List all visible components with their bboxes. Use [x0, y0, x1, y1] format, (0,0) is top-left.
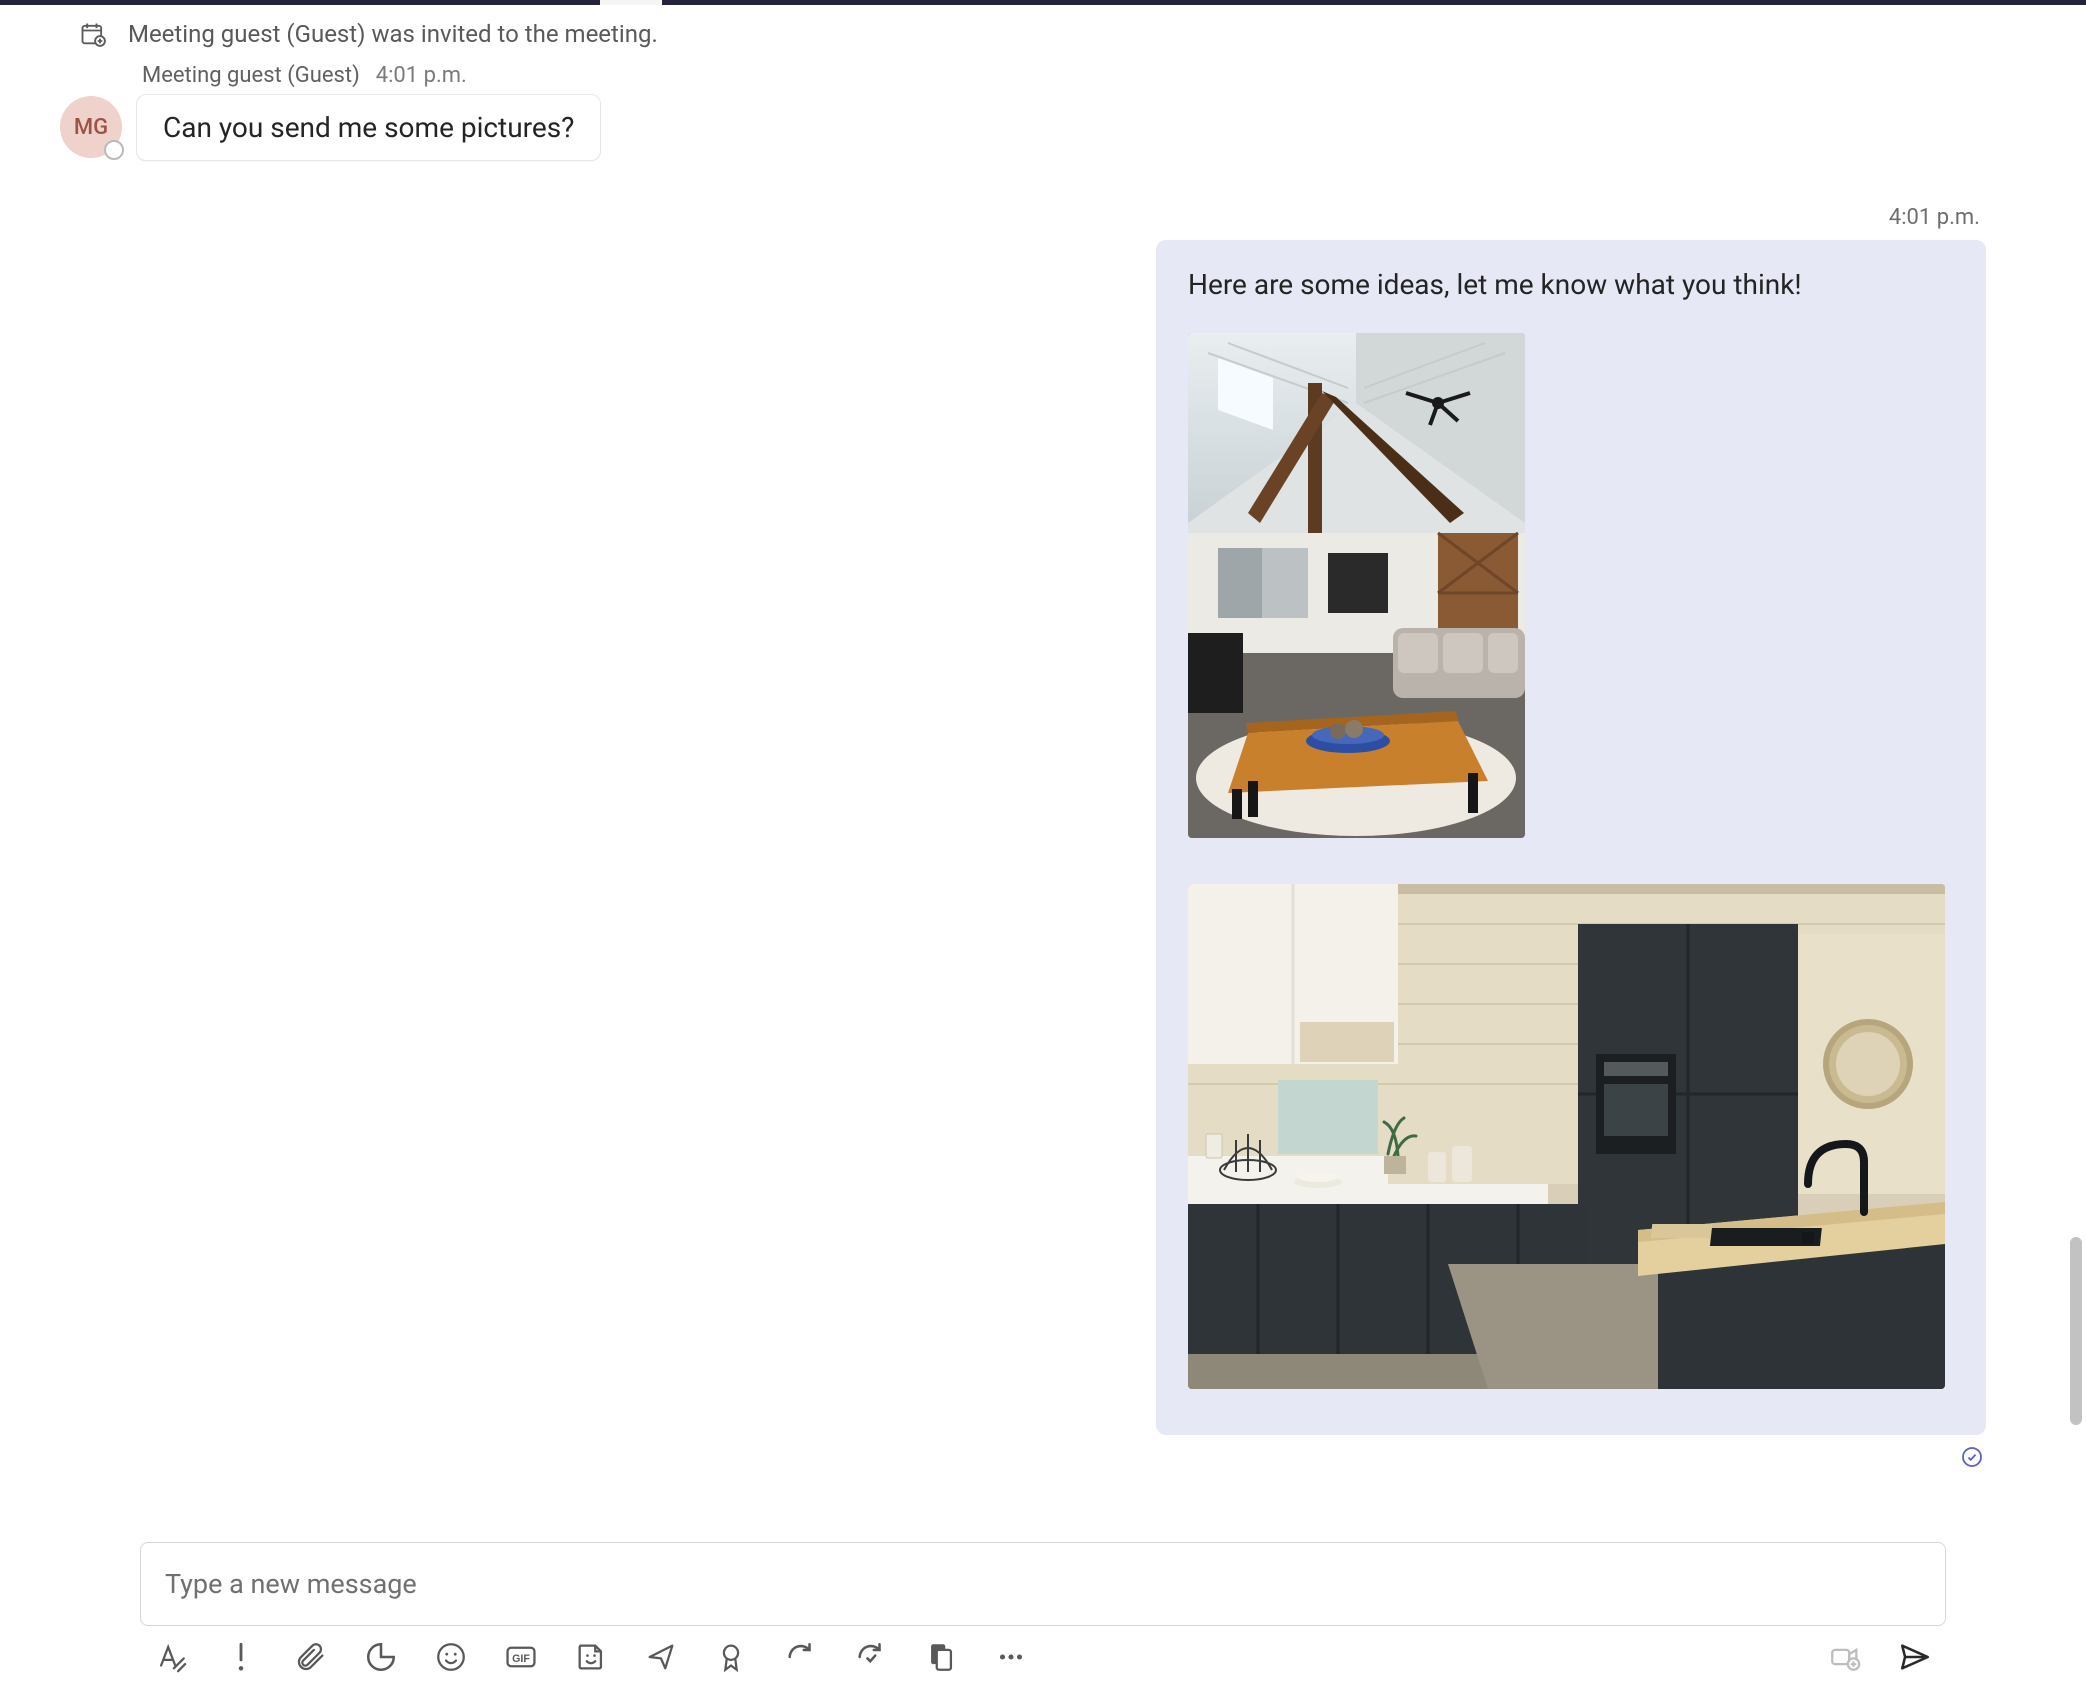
calendar-add-icon	[78, 19, 108, 49]
message-input-placeholder: Type a new message	[165, 1568, 1921, 1600]
presence-indicator	[104, 140, 124, 160]
emoji-icon[interactable]	[432, 1638, 470, 1676]
send-icon[interactable]	[1896, 1638, 1934, 1676]
sender-avatar[interactable]: MG	[60, 96, 122, 158]
outgoing-message-bubble[interactable]: Here are some ideas, let me know what yo…	[1156, 240, 1986, 1435]
message-input[interactable]: Type a new message	[140, 1542, 1946, 1626]
gif-icon[interactable]: GIF	[502, 1638, 540, 1676]
refresh-icon[interactable]	[782, 1638, 820, 1676]
incoming-message-row: MG Can you send me some pictures?	[60, 94, 2046, 161]
system-event-row: Meeting guest (Guest) was invited to the…	[60, 19, 2046, 49]
read-receipt-icon	[1960, 1445, 1986, 1473]
attachment-image-1[interactable]	[1188, 333, 1525, 838]
outgoing-timestamp: 4:01 p.m.	[1889, 205, 1986, 230]
incoming-message-meta: Meeting guest (Guest) 4:01 p.m.	[60, 63, 2046, 88]
avatar-initials: MG	[74, 115, 108, 140]
share-icon[interactable]	[642, 1638, 680, 1676]
composer-toolbar: GIF	[140, 1638, 1946, 1676]
scrollbar[interactable]	[2068, 5, 2082, 1542]
message-attachments	[1188, 333, 1954, 1389]
svg-text:GIF: GIF	[512, 1653, 530, 1665]
incoming-timestamp: 4:01 p.m.	[376, 63, 467, 88]
priority-icon[interactable]	[222, 1638, 260, 1676]
scrollbar-thumb[interactable]	[2070, 1237, 2082, 1425]
ribbon-icon[interactable]	[712, 1638, 750, 1676]
message-composer: Type a new message	[0, 1542, 2086, 1700]
loop-component-icon[interactable]	[362, 1638, 400, 1676]
attachment-image-2[interactable]	[1188, 884, 1945, 1389]
refresh-tick-icon[interactable]	[852, 1638, 890, 1676]
more-options-icon[interactable]	[992, 1638, 1030, 1676]
copy-icon[interactable]	[922, 1638, 960, 1676]
format-text-icon[interactable]	[152, 1638, 190, 1676]
incoming-message-bubble[interactable]: Can you send me some pictures?	[136, 94, 601, 161]
outgoing-message-group: 4:01 p.m. Here are some ideas, let me kn…	[1156, 205, 1986, 1473]
incoming-sender-name: Meeting guest (Guest)	[142, 63, 360, 88]
outgoing-message-text: Here are some ideas, let me know what yo…	[1188, 268, 1954, 301]
chat-message-list[interactable]: Meeting guest (Guest) was invited to the…	[0, 5, 2086, 1542]
video-clip-icon[interactable]	[1826, 1638, 1864, 1676]
incoming-message-text: Can you send me some pictures?	[163, 111, 574, 144]
sticker-icon[interactable]	[572, 1638, 610, 1676]
system-event-text: Meeting guest (Guest) was invited to the…	[128, 20, 658, 48]
attach-file-icon[interactable]	[292, 1638, 330, 1676]
chat-window: Meeting guest (Guest) was invited to the…	[0, 0, 2086, 1700]
